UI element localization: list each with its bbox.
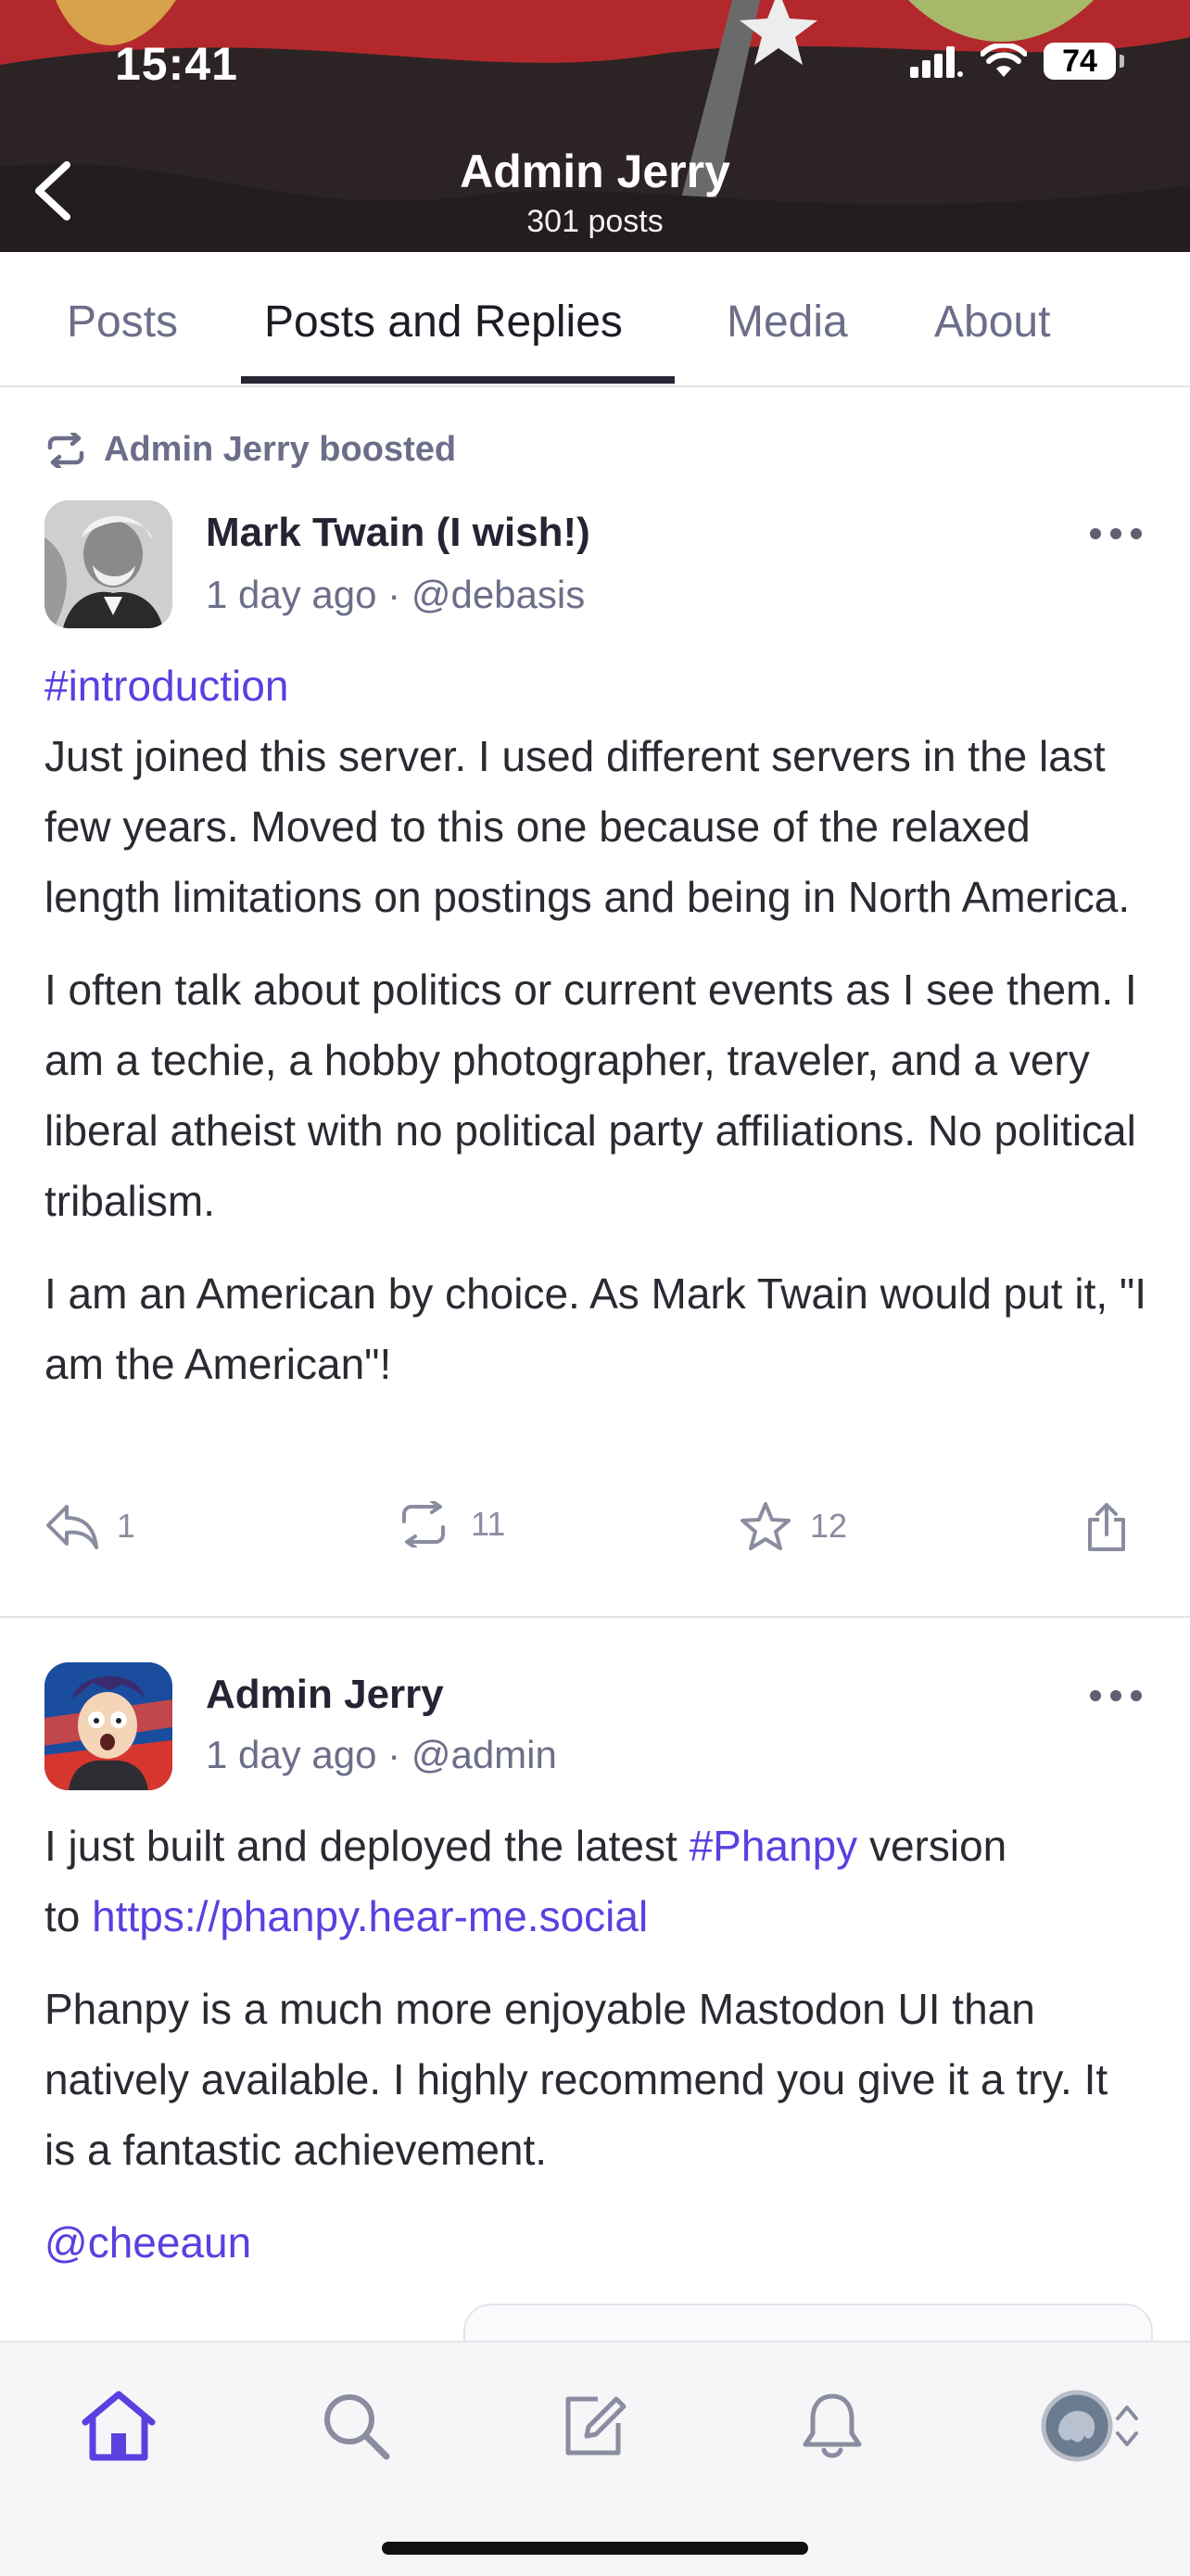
- post-text: I just built and deployed the latest: [44, 1822, 690, 1870]
- avatar[interactable]: [44, 500, 172, 628]
- post-divider: [0, 1616, 1190, 1618]
- tab-about[interactable]: About: [934, 297, 1050, 347]
- cellular-signal-icon: [910, 46, 963, 78]
- star-icon: [741, 1502, 791, 1550]
- boosted-by-label: Admin Jerry boosted: [104, 430, 457, 469]
- post-author-handle[interactable]: @admin: [411, 1733, 557, 1776]
- post-paragraph: Just joined this server. I used differen…: [44, 732, 1131, 921]
- mention-link[interactable]: @cheeaun: [44, 2218, 251, 2267]
- reply-icon: [46, 1505, 98, 1549]
- favourite-count: 12: [810, 1507, 848, 1545]
- hashtag-link[interactable]: #Phanpy: [690, 1822, 858, 1870]
- battery-indicator: 74: [1044, 43, 1124, 80]
- post-meta: 1 day ago · @admin: [206, 1733, 557, 1776]
- tab-posts[interactable]: Posts: [67, 297, 178, 347]
- post-paragraph: I often talk about politics or current e…: [44, 966, 1137, 1225]
- compose-icon: [565, 2396, 627, 2456]
- tab-media[interactable]: Media: [727, 297, 848, 347]
- profile-name-title: Admin Jerry: [460, 145, 730, 197]
- post-paragraph: Phanpy is a much more enjoyable Mastodon…: [44, 1985, 1108, 2174]
- share-icon: [1088, 1503, 1125, 1551]
- boost-indicator: Admin Jerry boosted: [44, 430, 456, 470]
- bottom-navigation: [0, 2341, 1190, 2576]
- home-indicator: [382, 2542, 808, 2555]
- post-count: 301 posts: [526, 204, 664, 239]
- share-button[interactable]: [1084, 1501, 1129, 1553]
- post-actions: 1 11 12: [0, 1501, 1190, 1575]
- post-time[interactable]: 1 day ago: [206, 1733, 377, 1776]
- account-avatar-icon: [1041, 2390, 1113, 2462]
- status-time: 15:41: [115, 38, 238, 90]
- reply-count: 1: [117, 1507, 136, 1545]
- boost-icon: [402, 1501, 445, 1547]
- home-icon: [82, 2391, 156, 2461]
- post-author-name[interactable]: Admin Jerry: [206, 1672, 444, 1718]
- search-icon: [324, 2394, 390, 2460]
- avatar[interactable]: [44, 1662, 172, 1790]
- nav-home[interactable]: [72, 2380, 165, 2472]
- profile-tabs: Posts Posts and Replies Media About: [0, 252, 1190, 387]
- post-content: I just built and deployed the latest #Ph…: [44, 1811, 1147, 2300]
- author-portrait-image: [44, 500, 172, 628]
- nav-search[interactable]: [310, 2380, 402, 2472]
- wifi-icon: [981, 44, 1027, 77]
- post-content: #introduction Just joined this server. I…: [44, 650, 1147, 1421]
- post-author-handle[interactable]: @debasis: [411, 573, 585, 616]
- boost-count: 11: [471, 1505, 506, 1543]
- status-icons: 74: [910, 43, 1124, 80]
- boost-icon: [47, 432, 84, 468]
- nav-compose[interactable]: [549, 2380, 641, 2472]
- profile-header: 15:41 74 Admin Jerry 301 posts: [0, 0, 1190, 252]
- reply-button[interactable]: 1: [44, 1501, 135, 1551]
- favourite-button[interactable]: 12: [740, 1501, 847, 1551]
- post-text: to: [44, 1892, 93, 1940]
- tab-posts-and-replies[interactable]: Posts and Replies: [264, 297, 623, 347]
- post-time[interactable]: 1 day ago: [206, 573, 377, 616]
- nav-notifications[interactable]: [786, 2380, 879, 2472]
- chevron-up-down-icon: [1116, 2406, 1138, 2446]
- boost-button[interactable]: 11: [395, 1501, 505, 1547]
- nav-account-switcher[interactable]: [1025, 2380, 1155, 2472]
- author-cartoon-avatar-image: [44, 1662, 172, 1790]
- hashtag-link[interactable]: #introduction: [44, 662, 288, 710]
- url-link[interactable]: https://phanpy.hear-me.social: [92, 1892, 648, 1940]
- active-tab-indicator: [241, 376, 675, 384]
- post-paragraph: I am an American by choice. As Mark Twai…: [44, 1269, 1147, 1388]
- bell-icon: [803, 2393, 862, 2458]
- more-options-icon[interactable]: [1088, 524, 1144, 543]
- more-options-icon[interactable]: [1088, 1686, 1144, 1705]
- post-meta: 1 day ago · @debasis: [206, 573, 586, 616]
- post-author-name[interactable]: Mark Twain (I wish!): [206, 510, 590, 556]
- post-text: version: [857, 1822, 1007, 1870]
